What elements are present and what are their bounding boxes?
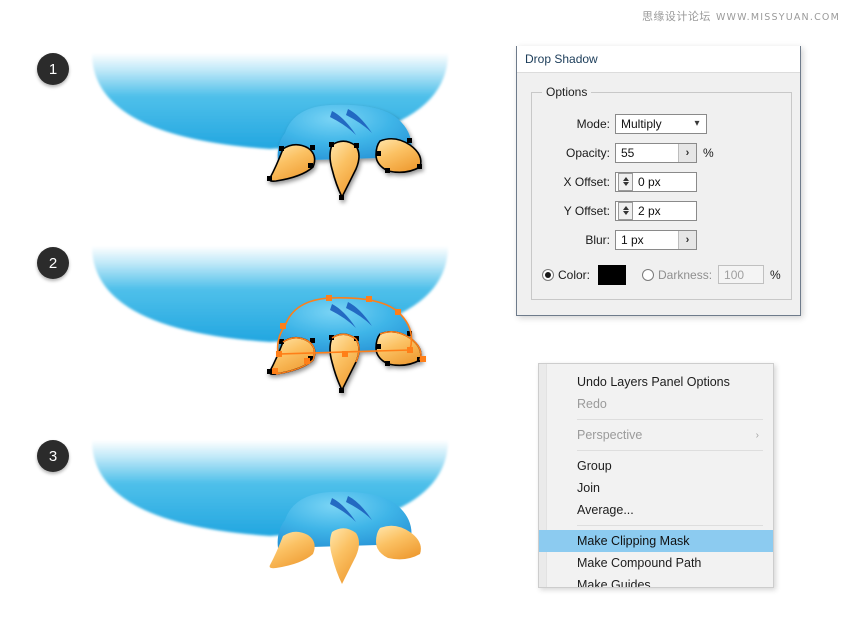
- blur-label: Blur:: [585, 232, 610, 247]
- menu-item-make-clipping-mask[interactable]: Make Clipping Mask: [539, 530, 773, 552]
- menu-item-label: Perspective: [577, 428, 643, 442]
- mode-value: Multiply: [621, 116, 662, 131]
- blur-row: Blur: 1 px ›: [542, 229, 781, 250]
- chevron-right-icon: ›: [755, 429, 759, 441]
- menu-item-make-compound-path[interactable]: Make Compound Path: [539, 552, 773, 574]
- menu-item-label: Group: [577, 459, 612, 473]
- step-badge-2: 2: [37, 247, 69, 279]
- context-menu: Undo Layers Panel Options Redo Perspecti…: [538, 363, 774, 588]
- menu-item-label: Join: [577, 481, 600, 495]
- darkness-input[interactable]: 100: [718, 265, 765, 284]
- step-badge-1: 1: [37, 53, 69, 85]
- darkness-label: Darkness:: [658, 267, 713, 282]
- opacity-row: Opacity: 55 › %: [542, 142, 781, 163]
- options-group-legend: Options: [546, 85, 588, 99]
- drop-shadow-dialog: Drop Shadow Options Mode: Multiply ▾ Opa…: [516, 46, 801, 316]
- mode-label: Mode:: [576, 116, 610, 131]
- dialog-titlebar: Drop Shadow: [517, 46, 800, 73]
- darkness-value: 100: [724, 267, 745, 282]
- step-badge-3: 3: [37, 440, 69, 472]
- menu-item-make-guides[interactable]: Make Guides: [539, 574, 773, 588]
- opacity-value: 55: [621, 145, 635, 160]
- menu-item-label: Make Guides: [577, 578, 651, 588]
- darkness-radio[interactable]: [642, 268, 655, 281]
- options-group: Options Mode: Multiply ▾ Opacity: 55 › %: [531, 85, 792, 300]
- stepper-up-icon[interactable]: [622, 206, 629, 210]
- color-darkness-row: Color: Darkness: 100 %: [542, 264, 781, 285]
- watermark-text: 思缘设计论坛: [641, 10, 711, 23]
- shadow-color-swatch[interactable]: [598, 264, 627, 285]
- opacity-unit: %: [703, 145, 714, 160]
- y-offset-value: 2 px: [638, 203, 661, 218]
- y-offset-label: Y Offset:: [563, 203, 610, 218]
- x-offset-stepper-icon[interactable]: [618, 172, 633, 191]
- radio-selected-dot-icon: [545, 271, 551, 278]
- mode-select[interactable]: Multiply ▾: [615, 113, 707, 134]
- x-offset-label: X Offset:: [563, 174, 610, 189]
- blur-flyout-icon[interactable]: ›: [678, 230, 696, 249]
- stepper-up-icon[interactable]: [622, 177, 629, 181]
- color-label: Color:: [558, 267, 591, 282]
- x-offset-value: 0 px: [638, 174, 661, 189]
- y-offset-row: Y Offset: 2 px: [542, 200, 781, 221]
- opacity-input[interactable]: 55 ›: [615, 142, 697, 163]
- y-offset-input[interactable]: 2 px: [615, 200, 697, 221]
- y-offset-stepper-icon[interactable]: [618, 201, 633, 220]
- menu-item-group[interactable]: Group: [539, 455, 773, 477]
- menu-item-undo[interactable]: Undo Layers Panel Options: [539, 371, 773, 393]
- menu-item-perspective[interactable]: Perspective ›: [539, 424, 773, 446]
- chevron-down-icon: ▾: [694, 117, 700, 129]
- illustration-step-1: [80, 45, 460, 225]
- blur-value: 1 px: [621, 232, 644, 247]
- menu-separator: [577, 450, 763, 451]
- color-radio[interactable]: [542, 268, 554, 281]
- watermark: 思缘设计论坛 WWW.MISSYUAN.COM: [642, 8, 840, 24]
- menu-separator: [577, 525, 763, 526]
- stepper-down-icon[interactable]: [622, 211, 629, 215]
- dialog-body: Options Mode: Multiply ▾ Opacity: 55 › %: [517, 73, 800, 300]
- menu-item-average[interactable]: Average...: [539, 499, 773, 521]
- illustration-step-2: [80, 238, 460, 418]
- menu-item-label: Make Compound Path: [577, 556, 702, 570]
- opacity-label: Opacity:: [565, 145, 610, 160]
- x-offset-input[interactable]: 0 px: [615, 171, 697, 192]
- step-badge-3-number: 3: [48, 447, 58, 465]
- x-offset-row: X Offset: 0 px: [542, 171, 781, 192]
- menu-separator: [577, 419, 763, 420]
- menu-item-join[interactable]: Join: [539, 477, 773, 499]
- stepper-down-icon[interactable]: [622, 182, 629, 186]
- menu-item-label: Redo: [577, 397, 607, 411]
- menu-item-label: Make Clipping Mask: [577, 534, 690, 548]
- darkness-unit: %: [770, 267, 781, 282]
- menu-list: Undo Layers Panel Options Redo Perspecti…: [539, 364, 773, 588]
- illustration-step-3: [80, 432, 460, 612]
- opacity-flyout-icon[interactable]: ›: [678, 143, 696, 162]
- step-badge-1-number: 1: [48, 60, 58, 78]
- menu-item-label: Undo Layers Panel Options: [577, 375, 730, 389]
- blur-input[interactable]: 1 px ›: [615, 229, 697, 250]
- menu-item-label: Average...: [577, 503, 634, 517]
- menu-item-redo[interactable]: Redo: [539, 393, 773, 415]
- step-badge-2-number: 2: [48, 254, 58, 272]
- dialog-title: Drop Shadow: [525, 52, 598, 66]
- watermark-url: WWW.MISSYUAN.COM: [715, 12, 840, 23]
- mode-row: Mode: Multiply ▾: [542, 113, 781, 134]
